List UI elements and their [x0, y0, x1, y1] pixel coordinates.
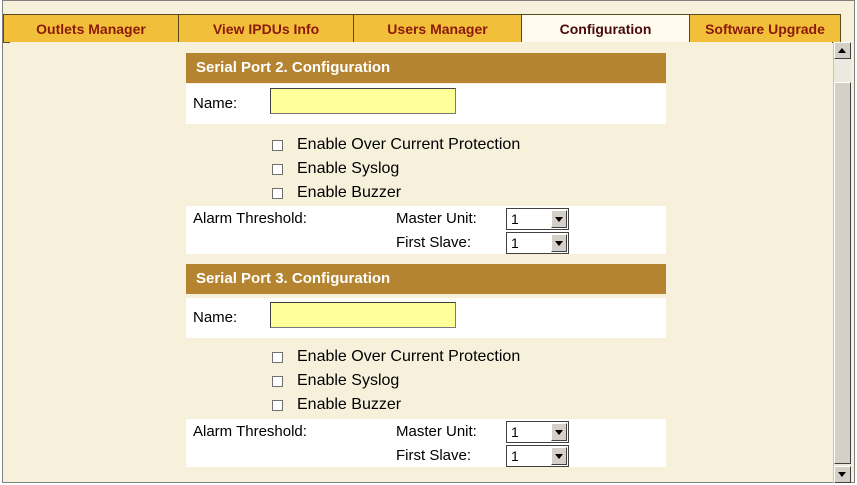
chevron-down-icon[interactable]: [551, 210, 567, 228]
serial-port-3-header: Serial Port 3. Configuration: [186, 264, 666, 294]
name-label: Name:: [193, 95, 238, 112]
master-unit-value: 1: [511, 211, 519, 227]
syslog-label: Enable Syslog: [297, 160, 400, 177]
first-slave-value: 1: [511, 235, 519, 251]
buzzer-label: Enable Buzzer: [297, 184, 402, 201]
serial-port-2-alarm-threshold: Alarm Threshold: Master Unit: First Slav…: [186, 206, 666, 254]
tab-outlets-manager[interactable]: Outlets Manager: [3, 14, 179, 43]
serial-port-3-master-unit-select[interactable]: 1: [506, 421, 569, 443]
first-slave-value: 1: [511, 448, 519, 464]
master-unit-value: 1: [511, 424, 519, 440]
tab-view-ipdus-info[interactable]: View IPDUs Info: [179, 14, 354, 43]
serial-port-2-over-current-option[interactable]: Enable Over Current Protection: [272, 134, 520, 156]
serial-port-3-alarm-threshold: Alarm Threshold: Master Unit: First Slav…: [186, 419, 666, 467]
alarm-threshold-label: Alarm Threshold:: [193, 210, 307, 227]
over-current-checkbox[interactable]: [272, 351, 283, 363]
syslog-checkbox[interactable]: [272, 375, 283, 387]
serial-port-2-first-slave-select[interactable]: 1: [506, 232, 569, 254]
serial-port-3-name-row: Name:: [186, 298, 666, 338]
syslog-label: Enable Syslog: [297, 372, 400, 389]
first-slave-label: First Slave:: [396, 447, 472, 464]
serial-port-3-over-current-option[interactable]: Enable Over Current Protection: [272, 346, 520, 368]
serial-port-2-name-row: Name:: [186, 84, 666, 124]
scroll-up-icon[interactable]: [834, 42, 851, 59]
configuration-panel: Serial Port 2. Configuration Name: Enabl…: [10, 42, 832, 480]
over-current-label: Enable Over Current Protection: [297, 136, 521, 153]
serial-port-3-syslog-option[interactable]: Enable Syslog: [272, 370, 399, 392]
scroll-down-icon[interactable]: [834, 466, 851, 483]
buzzer-checkbox[interactable]: [272, 399, 283, 411]
serial-port-2-syslog-option[interactable]: Enable Syslog: [272, 158, 399, 180]
serial-port-3-first-slave-select[interactable]: 1: [506, 445, 569, 467]
name-label: Name:: [193, 309, 238, 326]
over-current-checkbox[interactable]: [272, 139, 283, 151]
tab-users-manager[interactable]: Users Manager: [354, 14, 522, 43]
chevron-down-icon[interactable]: [551, 423, 567, 441]
vertical-scrollbar[interactable]: [833, 42, 851, 483]
syslog-checkbox[interactable]: [272, 163, 283, 175]
alarm-threshold-label: Alarm Threshold:: [193, 423, 307, 440]
chevron-down-icon[interactable]: [551, 447, 567, 465]
buzzer-checkbox[interactable]: [272, 187, 283, 199]
serial-port-2-master-unit-select[interactable]: 1: [506, 208, 569, 230]
master-unit-label: Master Unit:: [396, 423, 477, 440]
serial-port-2-header: Serial Port 2. Configuration: [186, 53, 666, 83]
serial-port-2-buzzer-option[interactable]: Enable Buzzer: [272, 182, 401, 204]
serial-port-3-buzzer-option[interactable]: Enable Buzzer: [272, 394, 401, 416]
scrollbar-thumb[interactable]: [834, 82, 851, 464]
tab-software-upgrade[interactable]: Software Upgrade: [690, 14, 841, 43]
tab-configuration[interactable]: Configuration: [522, 14, 690, 43]
serial-port-3-name-input[interactable]: [270, 302, 456, 328]
serial-port-2-name-input[interactable]: [270, 88, 456, 114]
tab-bar: Outlets Manager View IPDUs Info Users Ma…: [3, 14, 841, 43]
first-slave-label: First Slave:: [396, 234, 472, 251]
buzzer-label: Enable Buzzer: [297, 396, 402, 413]
over-current-label: Enable Over Current Protection: [297, 348, 521, 365]
chevron-down-icon[interactable]: [551, 234, 567, 252]
master-unit-label: Master Unit:: [396, 210, 477, 227]
